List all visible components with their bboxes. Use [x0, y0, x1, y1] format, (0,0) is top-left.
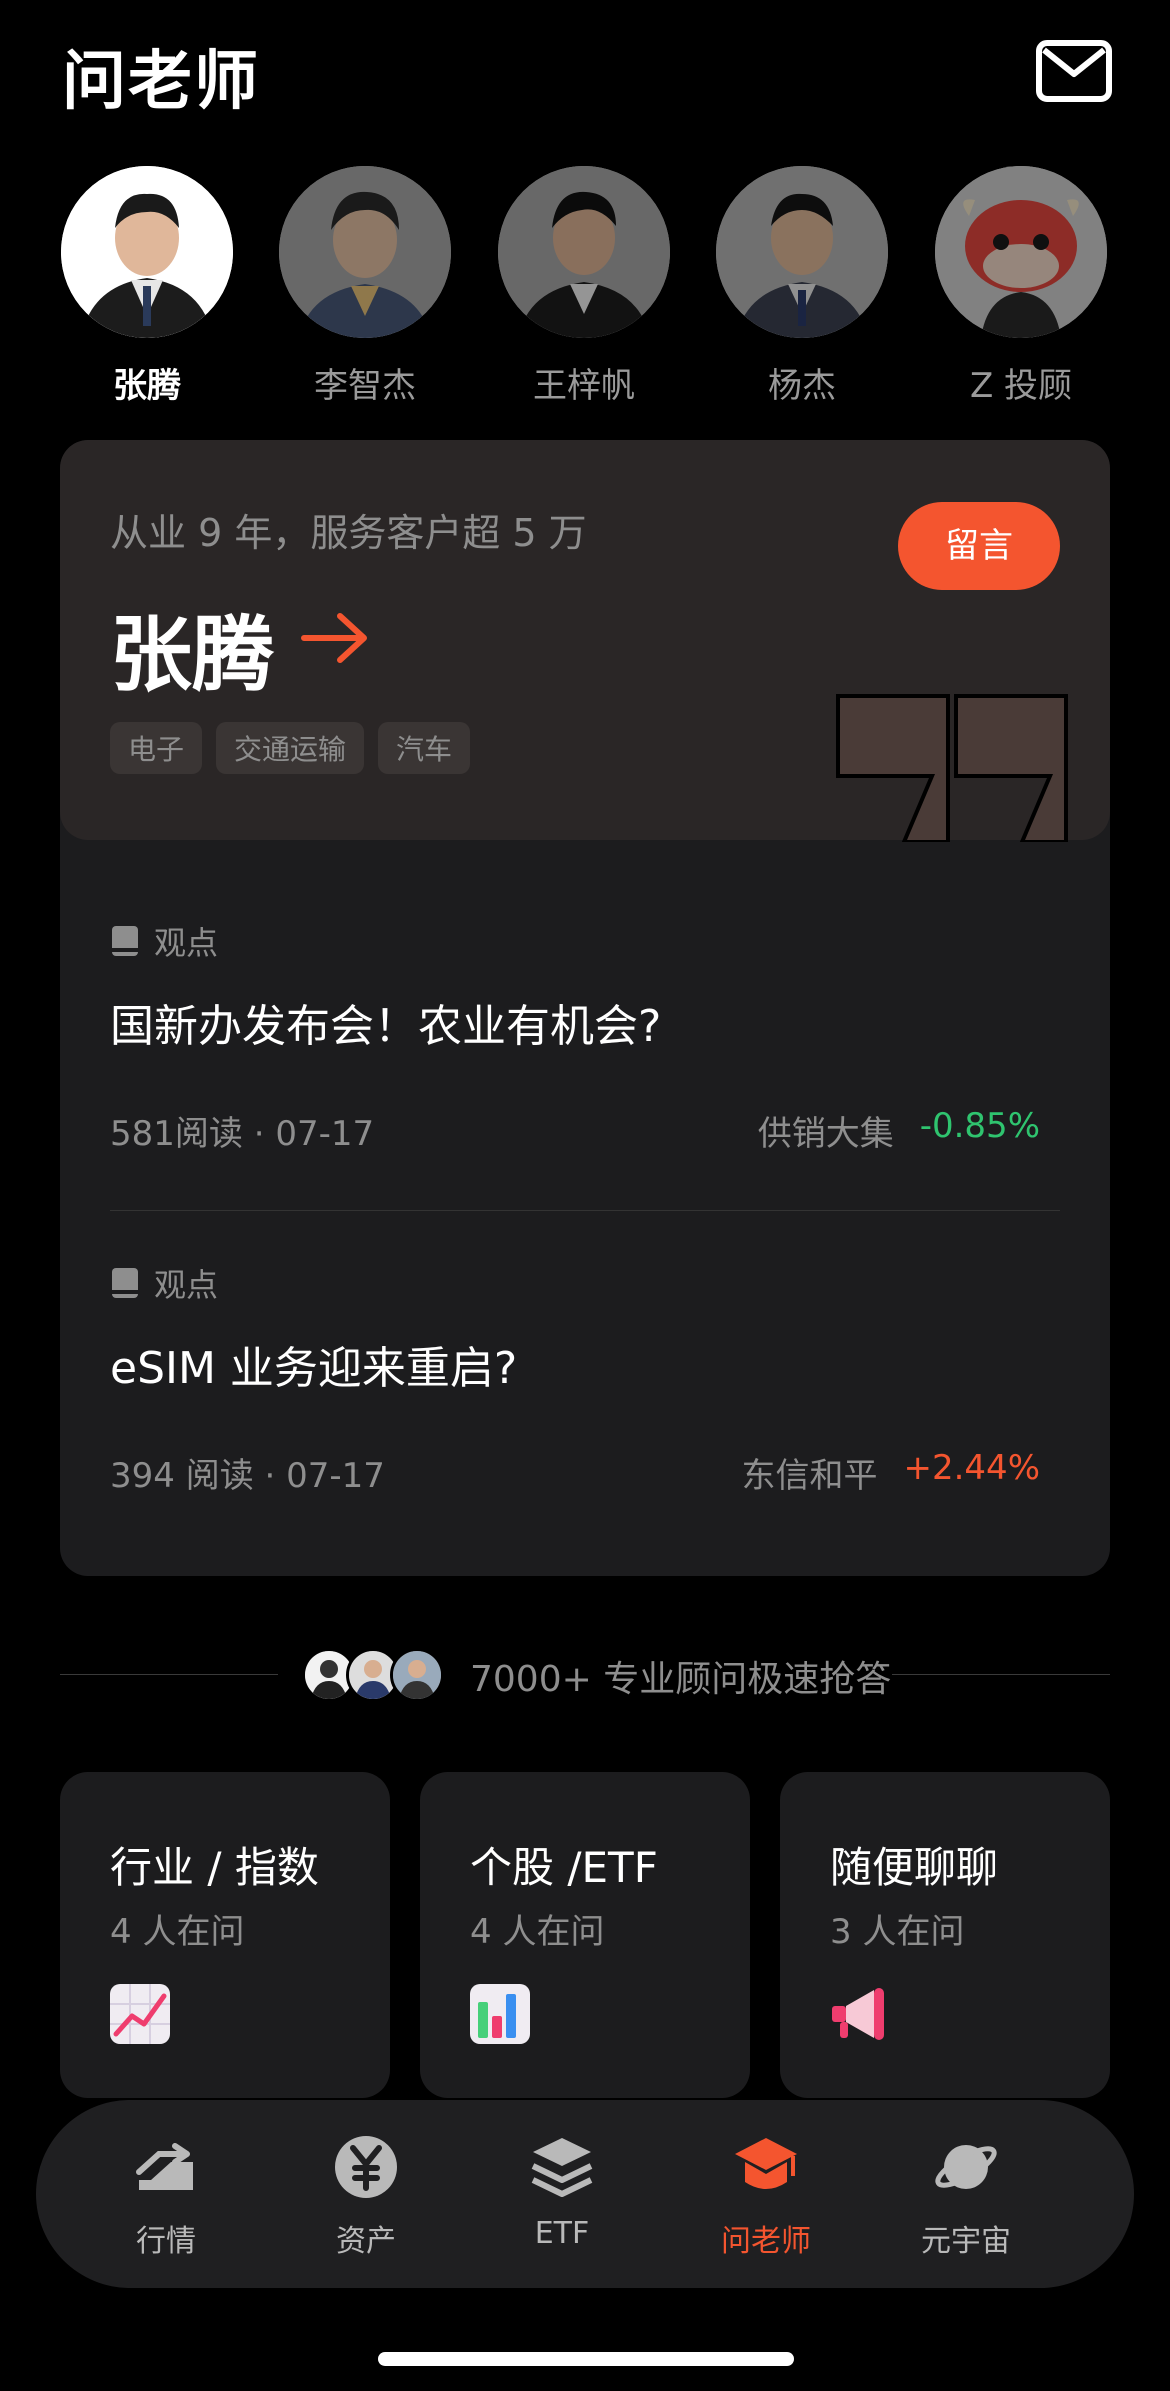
stock-name: 供销大集: [757, 1114, 894, 1154]
tab-assets[interactable]: 资产: [276, 2132, 456, 2260]
bar-chart-icon: [470, 1984, 530, 2044]
tag: 交通运输: [216, 722, 365, 774]
graduation-cap-icon: [735, 2138, 797, 2189]
tag: 汽车: [378, 722, 471, 774]
advisor-name: 李智杰: [314, 366, 416, 406]
tab-label: 问老师: [721, 2224, 811, 2259]
tag-list: 电子 交通运输 汽车: [110, 722, 471, 774]
topic-title: 个股 /ETF: [470, 1843, 658, 1892]
message-button[interactable]: 留言: [898, 502, 1060, 590]
stock-change: +2.44%: [903, 1448, 1041, 1488]
post-read-date: 581阅读 · 07-17: [110, 1114, 375, 1154]
post-meta: 394 阅读 · 07-17 东信和平 +2.44%: [110, 1448, 1060, 1497]
advisor-name: 王梓帆: [533, 366, 635, 406]
layers-icon: [531, 2138, 593, 2197]
advisor-z-advisor[interactable]: Z 投顾: [933, 166, 1109, 407]
book-icon: [112, 926, 138, 956]
advisor-name-large[interactable]: 张腾: [110, 588, 274, 707]
topic-title: 行业 / 指数: [110, 1843, 319, 1892]
quote-mark-icon: [836, 694, 1068, 842]
tab-metaverse[interactable]: 元宇宙: [876, 2132, 1056, 2260]
avatar: [716, 166, 888, 338]
post-label-text: 观点: [154, 924, 219, 962]
avatar: [390, 1648, 444, 1702]
topic-subtitle: 4 人在问: [470, 1912, 605, 1952]
post-meta: 581阅读 · 07-17 供销大集 -0.85%: [110, 1106, 1060, 1155]
tab-label: 资产: [336, 2224, 396, 2259]
advisor-card-header: 从业 9 年，服务客户超 5 万 留言 张腾 电子 交通运输 汽车: [60, 440, 1110, 842]
advisor-name: 张腾: [113, 366, 181, 406]
book-icon: [112, 1268, 138, 1298]
planet-icon: [935, 2145, 997, 2189]
avatar: [61, 166, 233, 338]
advisor-name: Z 投顾: [969, 366, 1073, 406]
tab-label: 行情: [136, 2224, 196, 2259]
page-title: 问老师: [62, 45, 260, 119]
experience-text: 从业 9 年，服务客户超 5 万: [110, 511, 587, 555]
mail-icon[interactable]: [1036, 40, 1112, 102]
tab-label: ETF: [534, 2216, 590, 2251]
tab-ask-teacher[interactable]: 问老师: [676, 2132, 856, 2260]
post-title: eSIM 业务迎来重启?: [110, 1343, 518, 1394]
post-label: 观点: [110, 1260, 1060, 1306]
topic-subtitle: 4 人在问: [110, 1912, 245, 1952]
topic-subtitle: 3 人在问: [830, 1912, 965, 1952]
topic-industry-index[interactable]: 行业 / 指数 4 人在问: [60, 1772, 390, 2098]
post-item[interactable]: 观点 国新办发布会！农业有机会? 581阅读 · 07-17 供销大集 -0.8…: [110, 918, 1060, 1155]
market-icon: [136, 2143, 193, 2190]
topic-stock-etf[interactable]: 个股 /ETF 4 人在问: [420, 1772, 750, 2098]
avatar: [498, 166, 670, 338]
advisor-name: 杨杰: [768, 366, 836, 406]
advisor-yangjie[interactable]: 杨杰: [714, 166, 890, 407]
post-label-text: 观点: [154, 1266, 219, 1304]
avatar: [935, 166, 1107, 338]
divider-right: [892, 1674, 1110, 1675]
arrow-right-icon[interactable]: [300, 610, 370, 666]
tag: 电子: [110, 722, 203, 774]
post-title: 国新办发布会！农业有机会?: [110, 1001, 662, 1052]
tab-market[interactable]: 行情: [76, 2132, 256, 2260]
yen-icon: [335, 2136, 397, 2198]
advisor-lizhijie[interactable]: 李智杰: [277, 166, 453, 407]
home-indicator: [378, 2352, 794, 2366]
tab-etf[interactable]: ETF: [472, 2132, 652, 2251]
related-stock[interactable]: 供销大集 -0.85%: [758, 1106, 1040, 1155]
megaphone-icon: [832, 1988, 884, 2040]
avatar: [279, 166, 451, 338]
tab-bar: 行情 资产 ETF 问老师 元宇宙: [36, 2100, 1134, 2288]
topic-title: 随便聊聊: [830, 1843, 999, 1892]
related-stock[interactable]: 东信和平 +2.44%: [742, 1448, 1041, 1497]
advisor-card: 从业 9 年，服务客户超 5 万 留言 张腾 电子 交通运输 汽车 观点 国新办…: [60, 440, 1110, 1576]
topic-casual-chat[interactable]: 随便聊聊 3 人在问: [780, 1772, 1110, 2098]
tab-label: 元宇宙: [921, 2224, 1011, 2259]
advisor-zhangteng[interactable]: 张腾: [59, 166, 235, 407]
divider: [110, 1210, 1060, 1211]
advisor-wangzifan[interactable]: 王梓帆: [496, 166, 672, 407]
post-label: 观点: [110, 918, 1060, 964]
experts-banner-text: 7000+ 专业顾问极速抢答: [470, 1659, 892, 1700]
post-item[interactable]: 观点 eSIM 业务迎来重启? 394 阅读 · 07-17 东信和平 +2.4…: [110, 1260, 1060, 1497]
expert-avatars: [302, 1648, 444, 1702]
post-read-date: 394 阅读 · 07-17: [110, 1456, 385, 1496]
stock-name: 东信和平: [741, 1456, 878, 1496]
stock-change: -0.85%: [919, 1106, 1040, 1146]
divider-left: [60, 1674, 278, 1675]
chart-line-icon: [110, 1984, 170, 2044]
